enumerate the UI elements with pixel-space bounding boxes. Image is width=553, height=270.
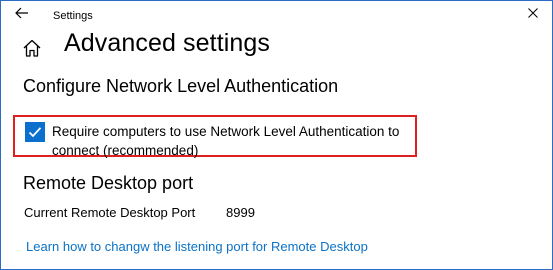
close-icon <box>528 8 538 18</box>
window-title: Settings <box>53 10 93 22</box>
nla-checkbox-label[interactable]: Require computers to use Network Level A… <box>52 122 412 160</box>
page-title: Advanced settings <box>64 29 270 57</box>
close-button[interactable] <box>524 4 542 22</box>
checkmark-icon <box>28 127 42 138</box>
settings-window: Settings Advanced settings Configure Net… <box>0 0 553 270</box>
rdp-port-heading: Remote Desktop port <box>23 173 194 193</box>
rdp-port-label: Current Remote Desktop Port <box>24 205 196 220</box>
rdp-port-value: 8999 <box>226 205 255 220</box>
change-port-help-link[interactable]: Learn how to changw the listening port f… <box>26 239 368 254</box>
home-icon[interactable] <box>21 37 43 59</box>
title-bar: Settings <box>1 1 552 31</box>
back-button[interactable] <box>11 4 33 22</box>
nla-checkbox[interactable] <box>25 122 45 142</box>
arrow-left-icon <box>15 7 28 19</box>
nla-section-heading: Configure Network Level Authentication <box>23 76 339 96</box>
